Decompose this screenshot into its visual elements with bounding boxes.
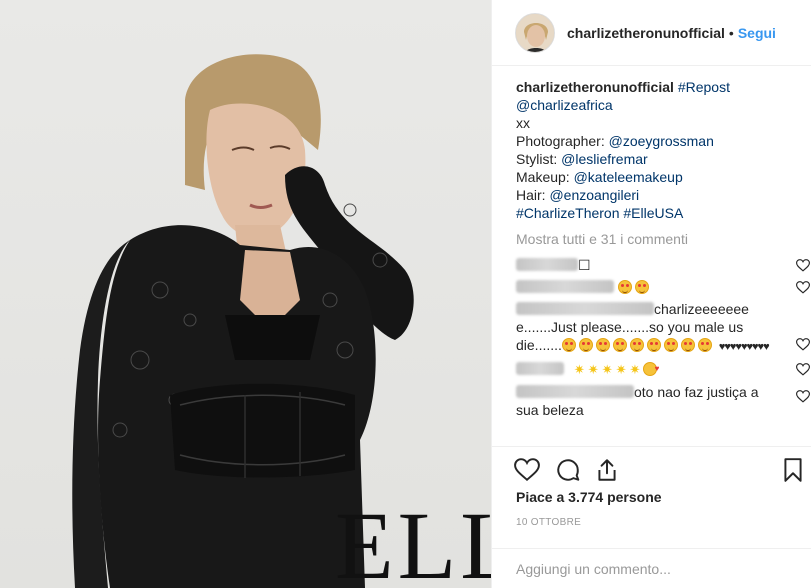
comment-item: ✷ ✷ ✷ ✷ ✷ [516, 360, 810, 379]
caption-text: xx [516, 115, 530, 131]
heart-eyes-emoji-icon [578, 338, 593, 352]
heart-eyes-emoji-icon [612, 338, 627, 352]
caption-username[interactable]: charlizetheronunofficial [516, 79, 674, 95]
comment-username-blurred[interactable] [516, 362, 564, 375]
add-comment-input[interactable] [516, 561, 786, 577]
heart-eyes-emoji-icon [697, 338, 712, 352]
caption-label: Hair: [516, 187, 550, 203]
sparkle-emoji-icon: ✷ [587, 362, 599, 377]
kiss-emoji-icon [643, 360, 659, 378]
sparkle-emoji-icon: ✷ [615, 362, 627, 377]
avatar[interactable] [515, 12, 555, 53]
heart-eyes-emoji-icon [663, 338, 678, 352]
header-separator: • [728, 24, 734, 41]
caption-label: Makeup: [516, 169, 574, 185]
comment-username-blurred[interactable] [516, 280, 614, 293]
post-header: charlizetheronunofficial • Segui [492, 0, 811, 66]
comment-username-blurred[interactable] [516, 302, 654, 315]
heart-eyes-emoji-icon [629, 338, 644, 352]
caption-mention[interactable]: @kateleemakeup [574, 169, 683, 185]
magazine-watermark: ELLE [335, 492, 491, 588]
comment-text: ☐ [578, 257, 591, 273]
caption-hashtag[interactable]: #CharlizeTheron #ElleUSA [516, 205, 683, 221]
instagram-post: ELLE charlizetheronunofficial • Segui ch… [0, 0, 811, 588]
comment-item: ☐ [516, 256, 810, 274]
add-comment-bar [492, 548, 811, 588]
comment-item: oto nao faz justiça a sua beleza [516, 383, 810, 419]
comment-item: charlizeeeeeee e.......Just please......… [516, 300, 810, 356]
header-username[interactable]: charlizetheronunofficial [567, 25, 725, 41]
caption-mention[interactable]: @lesliefremar [561, 151, 648, 167]
post-date: 10 OTTOBRE [516, 517, 582, 528]
comment-bubble-icon[interactable] [555, 457, 581, 483]
save-bookmark-icon[interactable] [780, 457, 806, 483]
caption-label: Photographer: [516, 133, 609, 149]
heart-eyes-emoji-icon [617, 280, 632, 294]
heart-eyes-emoji-icon [634, 280, 649, 294]
caption-mention[interactable]: @enzoangileri [549, 187, 639, 203]
comment-username-blurred[interactable] [516, 385, 634, 398]
view-all-comments-link[interactable]: Mostra tutti e 31 i commenti [516, 230, 806, 248]
sparkle-emoji-icon: ✷ [573, 362, 585, 377]
caption-mention[interactable]: @zoeygrossman [609, 133, 714, 149]
post-actions: Piace a 3.774 persone 10 OTTOBRE [492, 446, 811, 548]
caption-hashtag[interactable]: #Repost [678, 79, 730, 95]
heart-eyes-emoji-icon [646, 338, 661, 352]
comment-like-heart-icon[interactable] [796, 390, 810, 403]
heart-eyes-emoji-icon [680, 338, 695, 352]
caption-mention[interactable]: @charlizeafrica [516, 97, 613, 113]
likes-count[interactable]: Piace a 3.774 persone [516, 489, 662, 505]
comment-like-heart-icon[interactable] [796, 259, 810, 272]
caption-label: Stylist: [516, 151, 562, 167]
comment-like-heart-icon[interactable] [796, 338, 810, 351]
post-caption: charlizetheronunofficial #Repost @charli… [516, 78, 806, 222]
hearts-text: ♥♥♥♥♥♥♥♥♥ [718, 341, 770, 353]
heart-eyes-emoji-icon [595, 338, 610, 352]
sparkle-emoji-icon: ✷ [601, 362, 613, 377]
post-photo[interactable]: ELLE [0, 0, 491, 588]
avatar-image [516, 13, 554, 52]
sparkle-emoji-icon: ✷ [629, 362, 641, 377]
post-side-panel: charlizetheronunofficial • Segui charliz… [491, 0, 811, 588]
comment-username-blurred[interactable] [516, 258, 578, 271]
heart-eyes-emoji-icon [561, 338, 576, 352]
comments-section: charlizetheronunofficial #Repost @charli… [516, 78, 810, 419]
share-upload-icon[interactable] [594, 457, 620, 483]
comment-like-heart-icon[interactable] [796, 281, 810, 294]
like-heart-icon[interactable] [514, 457, 540, 483]
comment-item [516, 278, 810, 296]
follow-button[interactable]: Segui [738, 25, 776, 41]
comment-like-heart-icon[interactable] [796, 363, 810, 376]
